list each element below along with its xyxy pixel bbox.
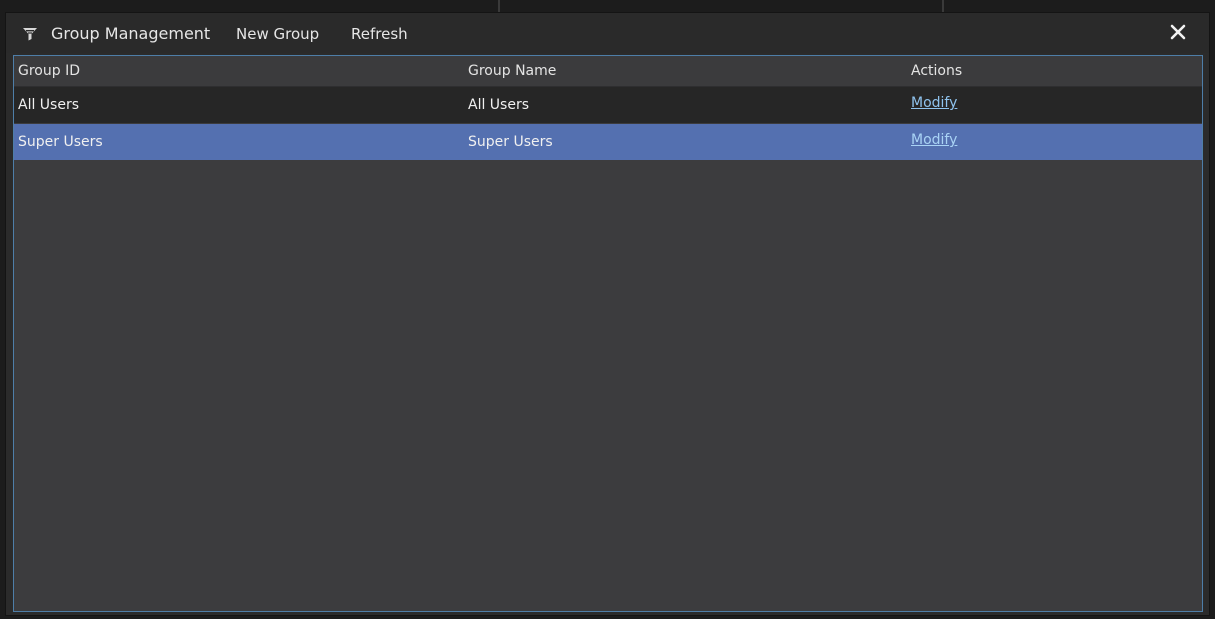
column-header-group-id[interactable]: Group ID [18,63,80,79]
background-divider [498,0,500,12]
column-header-actions[interactable]: Actions [911,63,962,79]
filter-funnel-icon [23,28,37,41]
background-divider [942,0,944,12]
title-bar: Group Management New Group Refresh [6,13,1209,53]
group-name-cell: Super Users [468,134,553,150]
table-header: Group ID Group Name Actions [14,56,1202,87]
groups-table: Group ID Group Name Actions All Users Al… [13,55,1203,612]
group-management-window: Group Management New Group Refresh Group… [5,12,1210,616]
refresh-button[interactable]: Refresh [351,25,408,43]
modify-link[interactable]: Modify [911,132,957,148]
group-name-cell: All Users [468,97,530,113]
group-id-cell: Super Users [18,134,103,150]
group-id-cell: All Users [18,97,80,113]
table-row[interactable]: All Users All Users Modify [14,87,1202,123]
window-title: Group Management [51,24,211,43]
column-header-group-name[interactable]: Group Name [468,63,556,79]
modify-link[interactable]: Modify [911,95,957,111]
table-row-selected[interactable]: Super Users Super Users Modify [14,124,1202,160]
close-icon[interactable] [1167,21,1189,43]
new-group-button[interactable]: New Group [236,25,319,43]
